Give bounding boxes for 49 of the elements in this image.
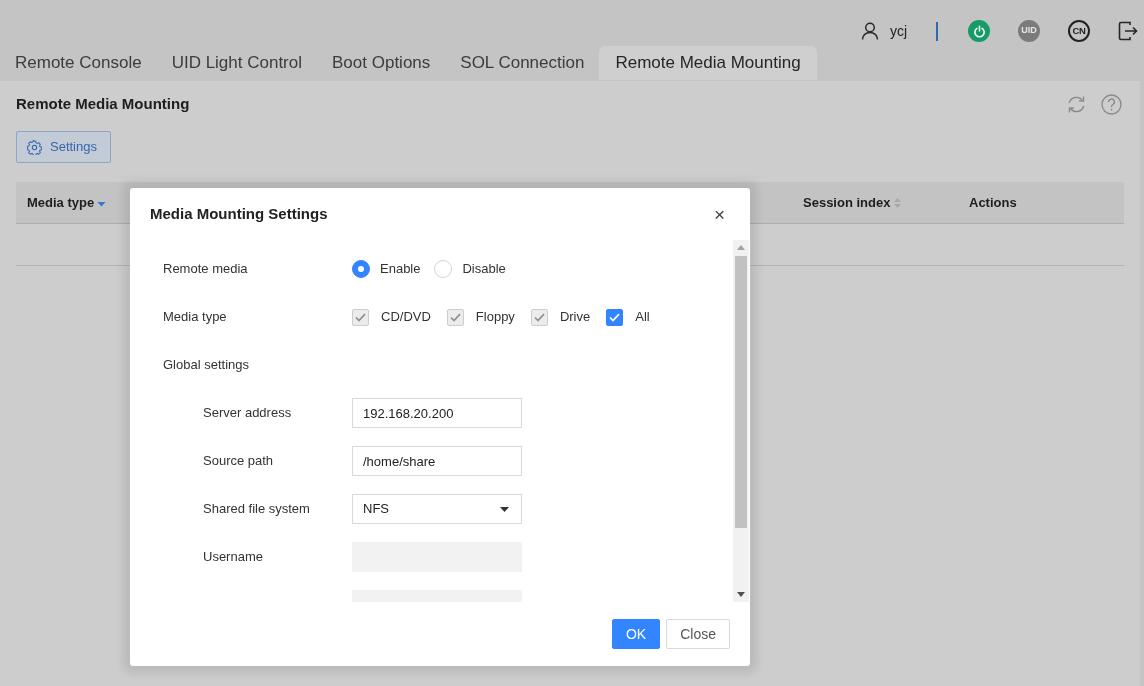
input-field[interactable]: 192.168.20.200 — [352, 398, 522, 428]
gear-icon — [27, 139, 42, 155]
field-label: Source path — [203, 452, 275, 471]
column-header: Media type — [27, 193, 95, 212]
tab[interactable]: SOL Connection — [445, 46, 600, 80]
field-label: Server address — [203, 404, 293, 423]
help-icon[interactable] — [1101, 93, 1122, 115]
checkmark-icon — [449, 312, 461, 322]
tab[interactable]: Remote Media Mounting — [599, 46, 817, 80]
panel-title: Remote Media Mounting — [16, 93, 190, 114]
field-label: Username — [203, 548, 264, 567]
caret-icon — [500, 506, 509, 512]
sort-icon[interactable] — [893, 196, 903, 209]
settings-button[interactable]: Settings — [16, 131, 111, 163]
tab[interactable]: UID Light Control — [156, 46, 317, 80]
logout-icon[interactable] — [1118, 20, 1138, 42]
option-label: CD/DVD — [381, 308, 431, 327]
user-name: ycj — [889, 21, 907, 41]
option-label: Drive — [559, 308, 591, 327]
option-label: Disable — [462, 260, 506, 279]
tab[interactable]: Remote Console — [0, 46, 157, 80]
field-label: Media type — [163, 308, 228, 327]
column-header: Actions — [969, 193, 1017, 212]
close-button[interactable]: × — [711, 204, 727, 224]
close-button[interactable]: Close — [666, 619, 730, 649]
option-label: Enable — [380, 260, 421, 279]
user-icon — [860, 22, 879, 40]
dropdown-field[interactable]: NFS — [352, 494, 522, 524]
input-field[interactable]: /home/share — [352, 446, 522, 476]
checkmark-icon — [609, 312, 621, 322]
radio-button[interactable] — [352, 260, 370, 278]
column-header: Session index — [803, 193, 891, 212]
scroll-up-icon[interactable] — [737, 245, 745, 250]
field-label: Remote media — [163, 260, 249, 279]
power-button[interactable] — [968, 20, 990, 42]
checkmark-icon — [533, 312, 545, 322]
option-label: All — [635, 308, 650, 327]
dialog-title: Media Mounting Settings — [150, 203, 328, 224]
field-label: Global settings — [163, 356, 250, 375]
tab[interactable]: Boot Options — [317, 46, 446, 80]
power-icon — [972, 24, 986, 38]
checkbox[interactable] — [606, 308, 624, 326]
field-label: Shared file system — [203, 500, 311, 519]
scrollbar-thumb[interactable] — [735, 256, 747, 528]
scroll-down-icon[interactable] — [737, 592, 745, 597]
option-label: Floppy — [475, 308, 515, 327]
ok-button[interactable]: OK — [611, 619, 661, 649]
language-button[interactable]: CN — [1068, 20, 1090, 42]
checkmark-icon — [355, 312, 366, 322]
